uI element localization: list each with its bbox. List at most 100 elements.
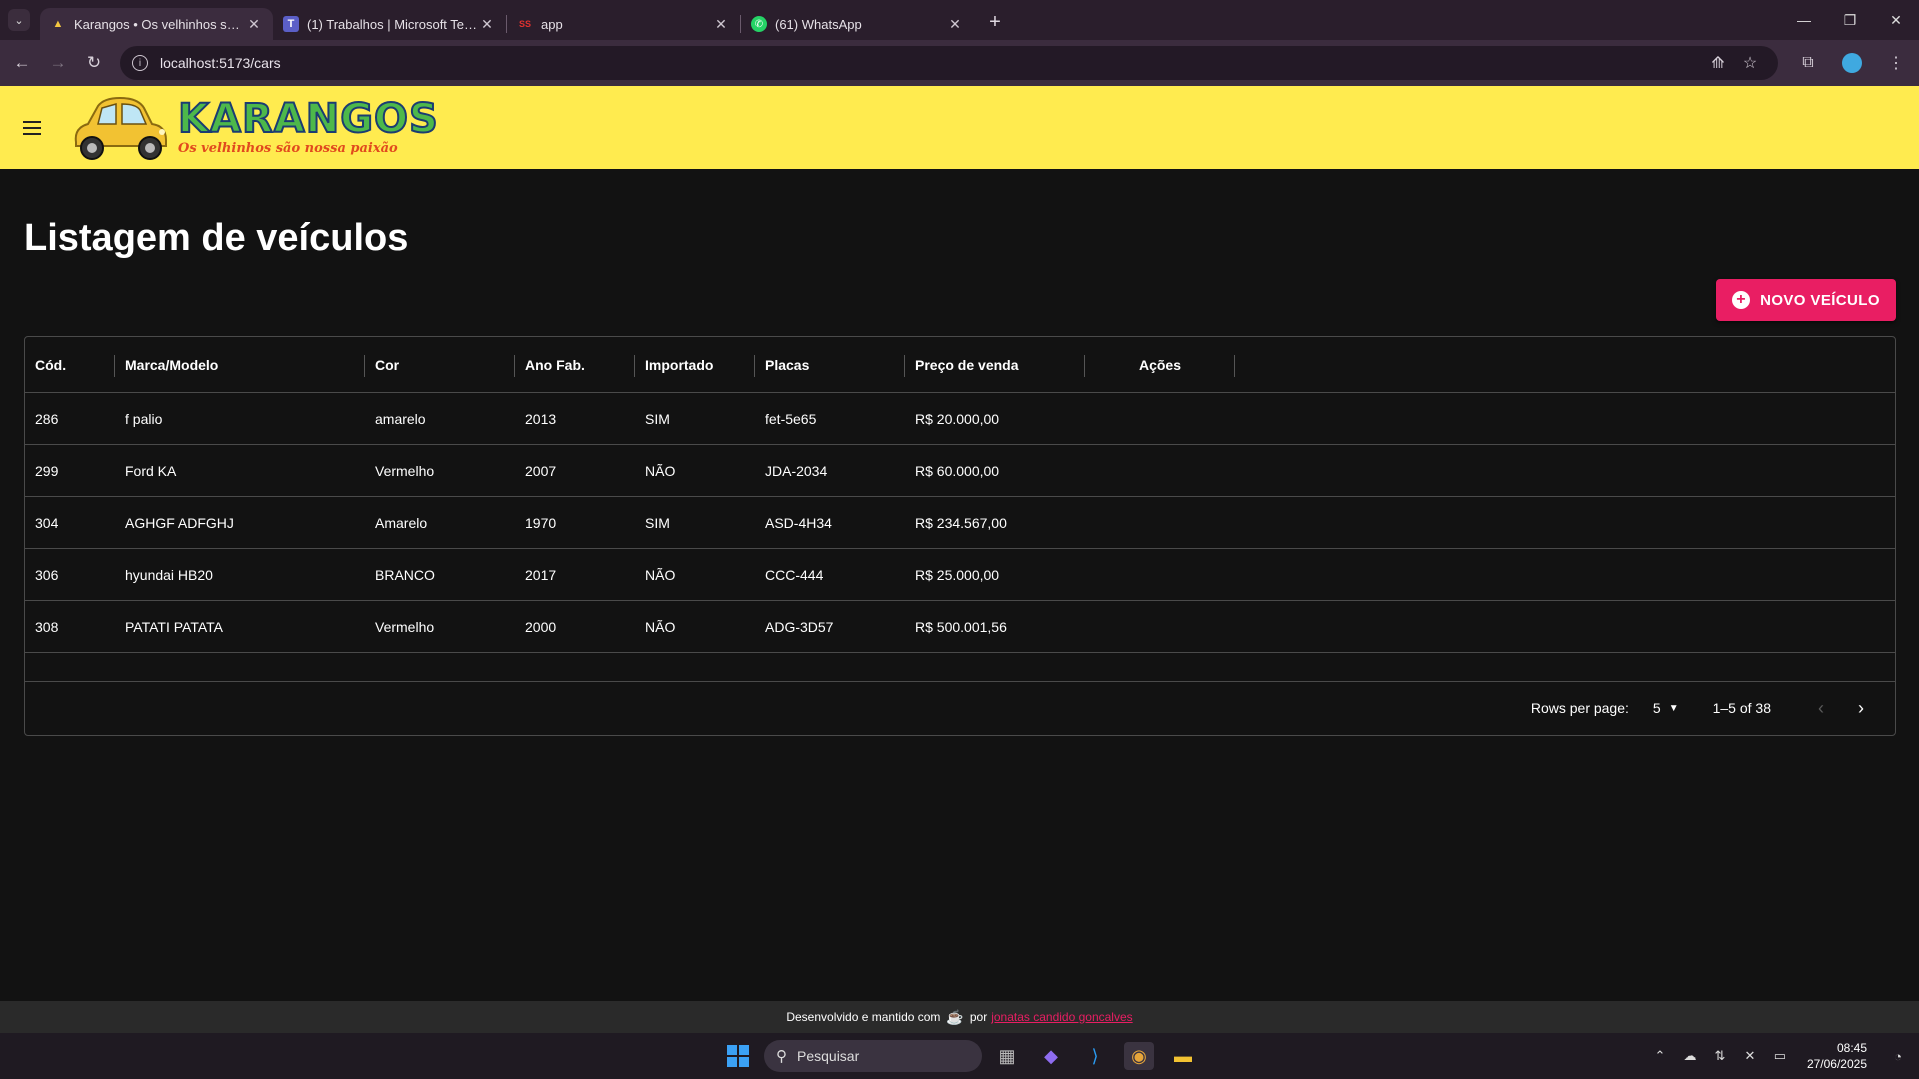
column-header-cor[interactable]: Cor (365, 337, 515, 392)
cell-cod: 304 (35, 514, 59, 531)
network-icon[interactable]: ⇅ (1705, 1048, 1735, 1064)
car-logo-icon (74, 96, 167, 160)
caret-down-icon: ▼ (1668, 702, 1679, 714)
cell-cor: Vermelho (375, 618, 435, 635)
footer-por: por (969, 1010, 988, 1024)
vscode-icon[interactable]: ⟩ (1080, 1042, 1110, 1070)
page-title: Listagem de veículos (24, 217, 409, 259)
cell-importado: NÃO (645, 618, 676, 635)
previous-page-icon[interactable]: ‹ (1801, 698, 1841, 719)
window-controls: — ❐ ✕ (1781, 0, 1919, 40)
profile-avatar[interactable] (1842, 53, 1862, 73)
clock[interactable]: 08:45 27/06/2025 (1807, 1040, 1867, 1072)
hamburger-menu-icon[interactable] (0, 96, 64, 160)
column-header-preco[interactable]: Preço de venda (905, 337, 1085, 392)
windows-start-icon[interactable] (727, 1045, 749, 1067)
new-vehicle-button[interactable]: + NOVO VEÍCULO (1716, 279, 1896, 321)
cell-preco: R$ 25.000,00 (915, 566, 1000, 583)
cell-preco: R$ 500.001,56 (915, 618, 1007, 635)
vehicles-table: Cód. Marca/Modelo Cor Ano Fab. Importado… (24, 336, 1896, 736)
chevron-up-icon[interactable]: ⌃ (1645, 1048, 1675, 1064)
close-window-icon[interactable]: ✕ (1873, 0, 1919, 40)
minimize-icon[interactable]: — (1781, 0, 1827, 40)
tab-teams[interactable]: T (1) Trabalhos | Microsoft Teams ✕ (273, 8, 506, 40)
tab-title: app (541, 16, 563, 32)
cell-cor: amarelo (375, 410, 426, 427)
battery-icon[interactable]: ▭ (1765, 1048, 1795, 1064)
volume-muted-icon[interactable]: ✕ (1735, 1048, 1765, 1064)
cell-ano: 2000 (525, 618, 557, 635)
tab-app[interactable]: SS app ✕ (507, 8, 740, 40)
cell-importado: NÃO (645, 462, 676, 479)
site-footer: Desenvolvido e mantido com ☕ por jonatas… (0, 1001, 1919, 1033)
close-icon[interactable]: ✕ (245, 16, 263, 33)
pagination: Rows per page: 5 ▼ 1–5 of 38 ‹ › (25, 682, 1895, 734)
new-vehicle-label: NOVO VEÍCULO (1760, 291, 1880, 309)
file-explorer-icon[interactable]: ▬ (1168, 1042, 1198, 1070)
cell-ano: 1970 (525, 514, 557, 531)
clock-date: 27/06/2025 (1806, 1057, 1867, 1071)
translate-icon[interactable]: ⟰ (1702, 53, 1734, 73)
taskbar-search[interactable]: ⚲ Pesquisar (764, 1040, 982, 1072)
notifications-icon[interactable]: ◔ (1883, 1049, 1913, 1064)
forward-icon[interactable]: → (40, 45, 76, 81)
whatsapp-icon: ✆ (751, 16, 767, 32)
cell-marca-modelo: hyundai HB20 (125, 566, 213, 583)
browser-toolbar: ← → ↻ i localhost:5173/cars ⟰ ☆ ⧉ ⋮ (0, 40, 1919, 86)
column-header-cod[interactable]: Cód. (25, 337, 115, 392)
obsidian-icon[interactable]: ◆ (1036, 1042, 1066, 1070)
table-row[interactable]: 299 Ford KA Vermelho 2007 NÃO JDA-2034 R… (25, 445, 1895, 497)
task-view-icon[interactable]: ▦ (992, 1042, 1022, 1070)
cell-preco: R$ 234.567,00 (915, 514, 1007, 531)
chrome-icon[interactable]: ◉ (1124, 1042, 1154, 1070)
pagination-range: 1–5 of 38 (1712, 700, 1771, 716)
onedrive-icon[interactable]: ☁ (1675, 1048, 1705, 1064)
windows-taskbar: ⚲ Pesquisar ▦ ◆ ⟩ ◉ ▬ ⌃ ☁ ⇅ ✕ ▭ 08:45 27… (0, 1033, 1919, 1079)
table-row[interactable]: 306 hyundai HB20 BRANCO 2017 NÃO CCC-444… (25, 549, 1895, 601)
reload-icon[interactable]: ↻ (76, 45, 112, 81)
cell-cor: Vermelho (375, 462, 435, 479)
column-header-placas[interactable]: Placas (755, 337, 905, 392)
new-tab-button[interactable]: + (980, 11, 1010, 34)
close-icon[interactable]: ✕ (946, 16, 964, 33)
logo[interactable]: KARANGOS Os velhinhos são nossa paixão (68, 92, 439, 164)
column-header-importado[interactable]: Importado (635, 337, 755, 392)
rows-per-page-value: 5 (1652, 700, 1661, 716)
coffee-icon: ☕ (946, 1008, 964, 1025)
tab-karangos[interactable]: ▲ Karangos • Os velhinhos são nossa paix… (40, 8, 273, 40)
extensions-icon[interactable]: ⧉ (1786, 54, 1830, 72)
back-icon[interactable]: ← (4, 45, 40, 81)
rows-per-page-select[interactable]: 5 ▼ (1653, 700, 1679, 716)
cell-placas: JDA-2034 (765, 462, 828, 479)
cell-cod: 299 (35, 462, 59, 479)
cell-placas: ADG-3D57 (765, 618, 834, 635)
cell-placas: CCC-444 (765, 566, 824, 583)
cell-marca-modelo: PATATI PATATA (125, 618, 223, 635)
footer-text: Desenvolvido e mantido com (786, 1010, 941, 1024)
bookmark-star-icon[interactable]: ☆ (1734, 53, 1766, 73)
system-tray: ⌃ ☁ ⇅ ✕ ▭ 08:45 27/06/2025 ◔ (1645, 1033, 1919, 1079)
tab-title: Karangos • Os velhinhos são nossa paixão (74, 16, 245, 32)
column-header-ano-fab[interactable]: Ano Fab. (515, 337, 635, 392)
column-header-marca-modelo[interactable]: Marca/Modelo (115, 337, 365, 392)
tab-whatsapp[interactable]: ✆ (61) WhatsApp ✕ (741, 8, 974, 40)
cell-ano: 2007 (525, 462, 557, 479)
url-text: localhost:5173/cars (160, 55, 281, 71)
restore-icon[interactable]: ❐ (1827, 0, 1873, 40)
browser-tab-strip: ⌄ ▲ Karangos • Os velhinhos são nossa pa… (0, 0, 1919, 40)
more-menu-icon[interactable]: ⋮ (1874, 53, 1918, 73)
table-spacer (25, 653, 1895, 682)
table-row[interactable]: 286 f palio amarelo 2013 SIM fet-5e65 R$… (25, 393, 1895, 445)
next-page-icon[interactable]: › (1841, 698, 1881, 719)
close-icon[interactable]: ✕ (712, 16, 730, 33)
app-icon: SS (518, 19, 531, 29)
tab-search-icon[interactable]: ⌄ (8, 9, 30, 31)
table-row[interactable]: 304 AGHGF ADFGHJ Amarelo 1970 SIM ASD-4H… (25, 497, 1895, 549)
author-link[interactable]: jonatas candido goncalves (991, 1010, 1132, 1024)
address-bar[interactable]: i localhost:5173/cars ⟰ ☆ (120, 46, 1778, 80)
site-info-icon[interactable]: i (132, 55, 148, 71)
cell-cod: 286 (35, 410, 59, 427)
table-row[interactable]: 308 PATATI PATATA Vermelho 2000 NÃO ADG-… (25, 601, 1895, 653)
close-icon[interactable]: ✕ (478, 16, 496, 33)
search-icon: ⚲ (776, 1048, 787, 1065)
